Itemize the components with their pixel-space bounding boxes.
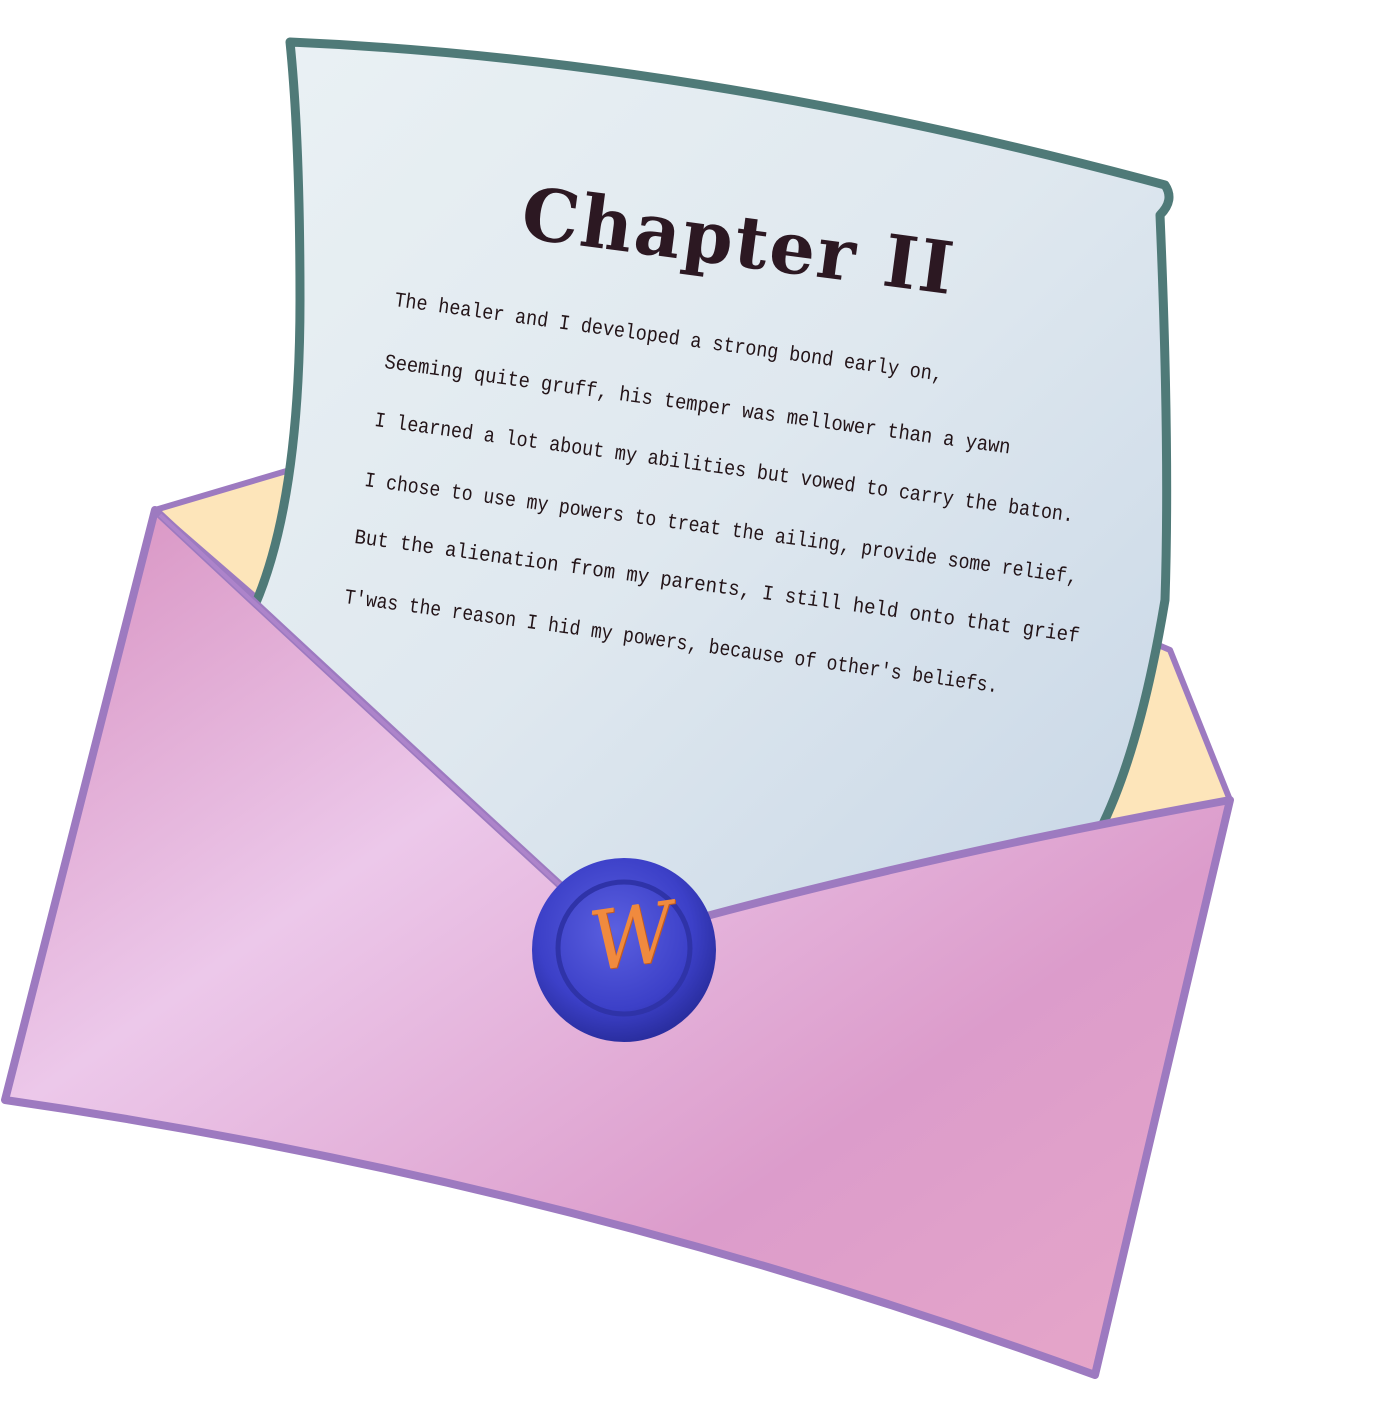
seal-monogram: W	[583, 884, 681, 991]
